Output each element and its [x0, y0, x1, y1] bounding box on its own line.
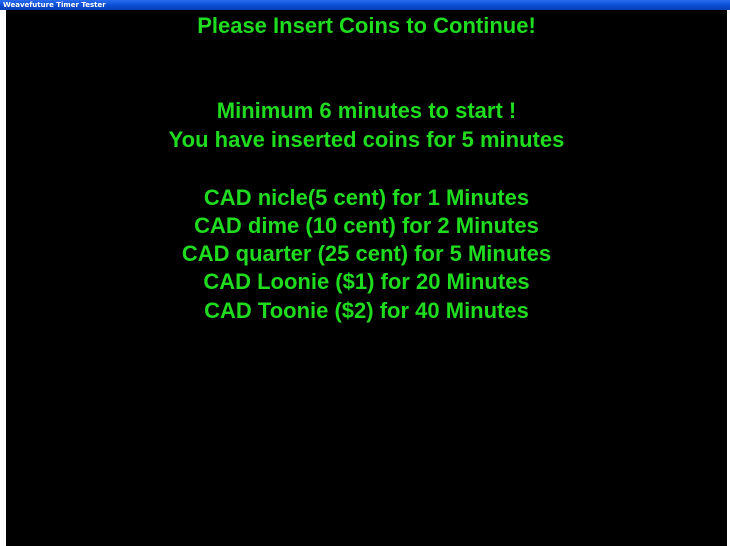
insert-coins-headline: Please Insert Coins to Continue! — [197, 13, 536, 38]
app-window: Weavefuture Timer Tester Please Insert C… — [0, 0, 730, 546]
rate-loonie: CAD Loonie ($1) for 20 Minutes — [203, 269, 530, 294]
rate-dime: CAD dime (10 cent) for 2 Minutes — [194, 213, 539, 238]
rate-quarter: CAD quarter (25 cent) for 5 Minutes — [181, 241, 552, 266]
minimum-time-notice: Minimum 6 minutes to start ! — [216, 98, 517, 123]
window-titlebar[interactable]: Weavefuture Timer Tester — [0, 0, 730, 10]
rate-nickel: CAD nicle(5 cent) for 1 Minutes — [203, 185, 530, 210]
inserted-coins-status: You have inserted coins for 5 minutes — [168, 127, 565, 152]
window-title: Weavefuture Timer Tester — [3, 1, 106, 9]
coin-prompt-screen: Please Insert Coins to Continue! Minimum… — [6, 10, 727, 546]
rate-toonie: CAD Toonie ($2) for 40 Minutes — [204, 298, 529, 323]
